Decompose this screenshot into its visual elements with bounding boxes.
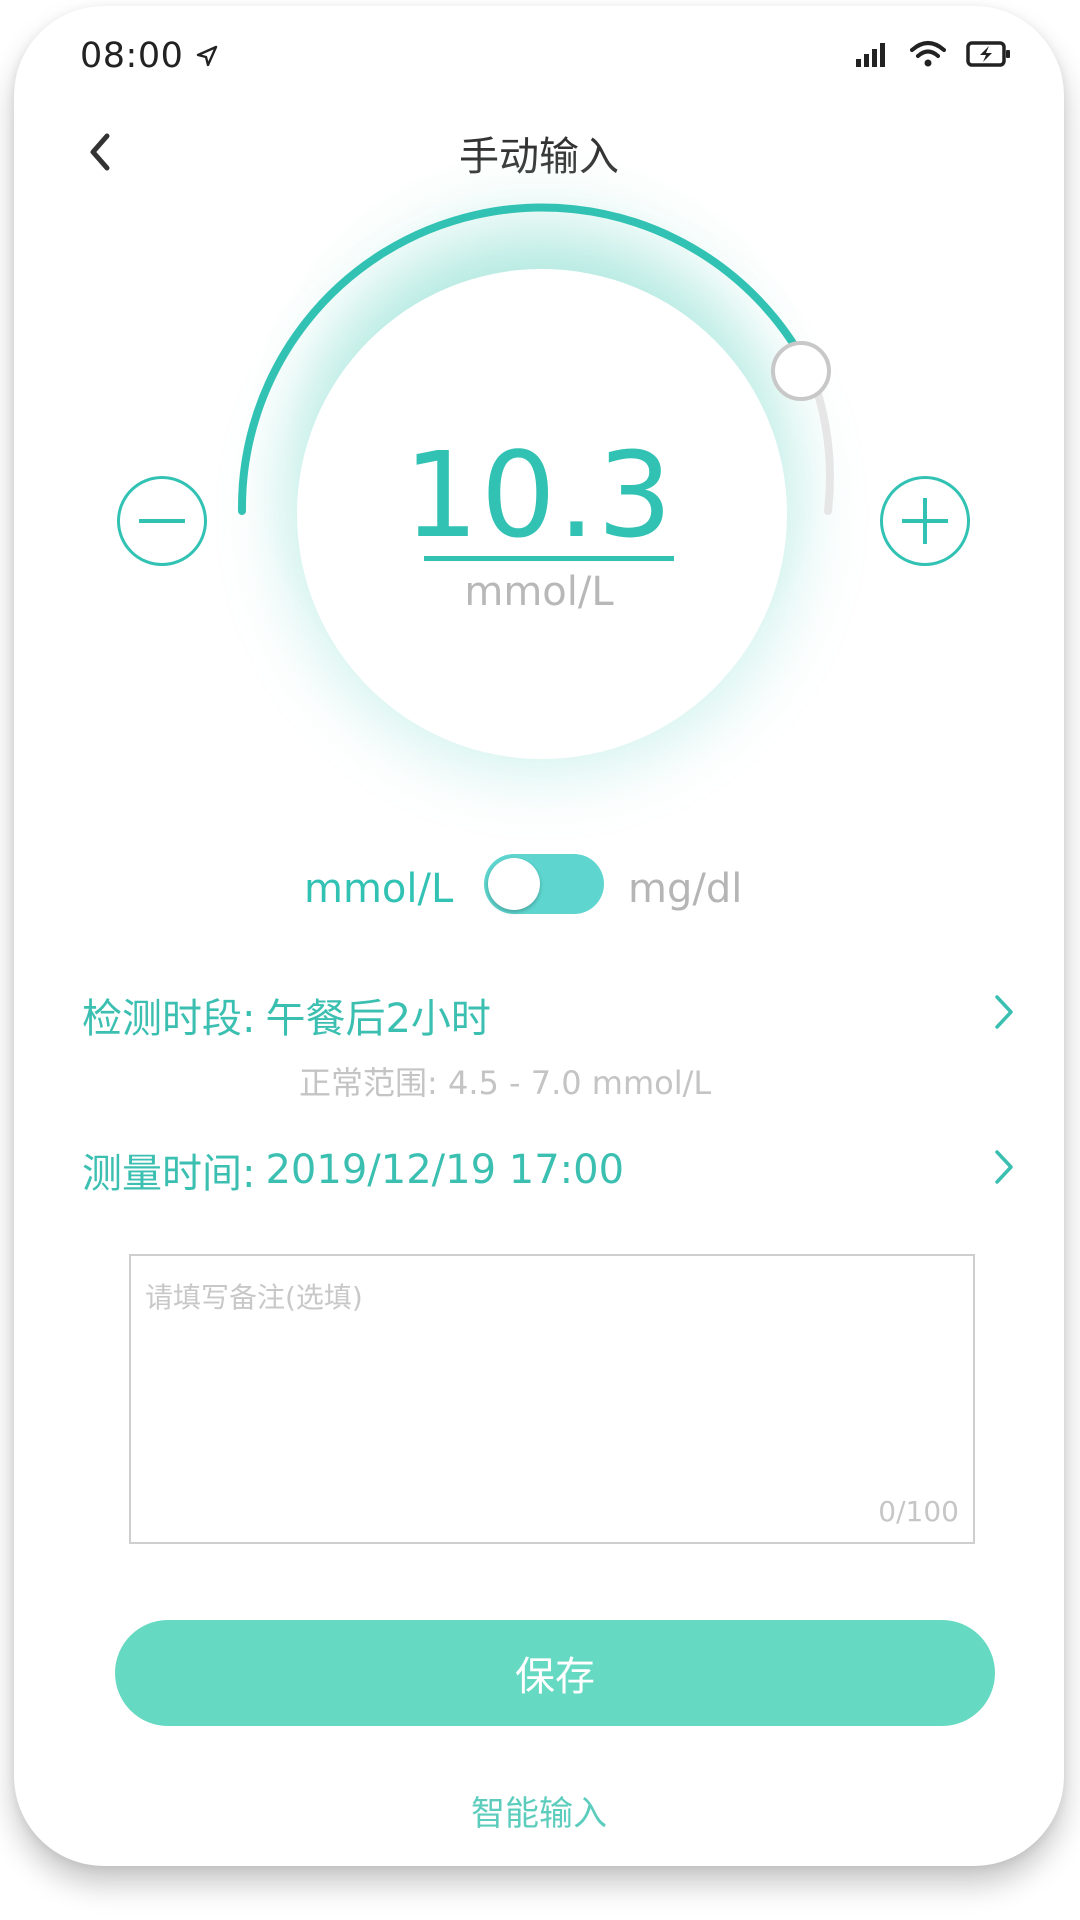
unit-mgdl-label[interactable]: mg/dl [628,866,742,912]
chevron-right-icon [995,1150,1013,1184]
detection-period-value: 午餐后2小时 [265,996,491,1042]
unit-toggle[interactable] [484,854,604,914]
measure-time-label: 测量时间: [82,1151,256,1197]
measure-time-row[interactable]: 测量时间: 2019/12/19 17:00 [82,1141,1016,1199]
chevron-right-icon [995,995,1013,1029]
note-box: 0/100 [129,1254,975,1544]
note-input[interactable] [131,1256,973,1542]
increase-button[interactable] [880,476,970,566]
detection-period-label: 检测时段: [82,996,256,1042]
gauge-arc[interactable] [14,6,1064,806]
smart-input-link[interactable]: 智能输入 [14,1786,1064,1835]
note-char-counter: 0/100 [878,1495,959,1528]
plus-icon-v [923,498,927,544]
save-button[interactable]: 保存 [115,1620,995,1726]
normal-range-text: 正常范围: 4.5 - 7.0 mmol/L [299,1064,712,1102]
value-unit: mmol/L [464,569,614,615]
detection-period-row[interactable]: 检测时段: 午餐后2小时 [82,986,1016,1044]
minus-icon [139,519,185,523]
decrease-button[interactable] [117,476,207,566]
gauge-handle[interactable] [771,341,831,401]
measure-time-value: 2019/12/19 17:00 [265,1147,625,1193]
toggle-knob [488,858,540,910]
unit-mmol-label[interactable]: mmol/L [304,866,453,912]
value-underline [424,556,674,561]
phone-screen: 08:00 手动输入 1 [14,6,1064,1866]
